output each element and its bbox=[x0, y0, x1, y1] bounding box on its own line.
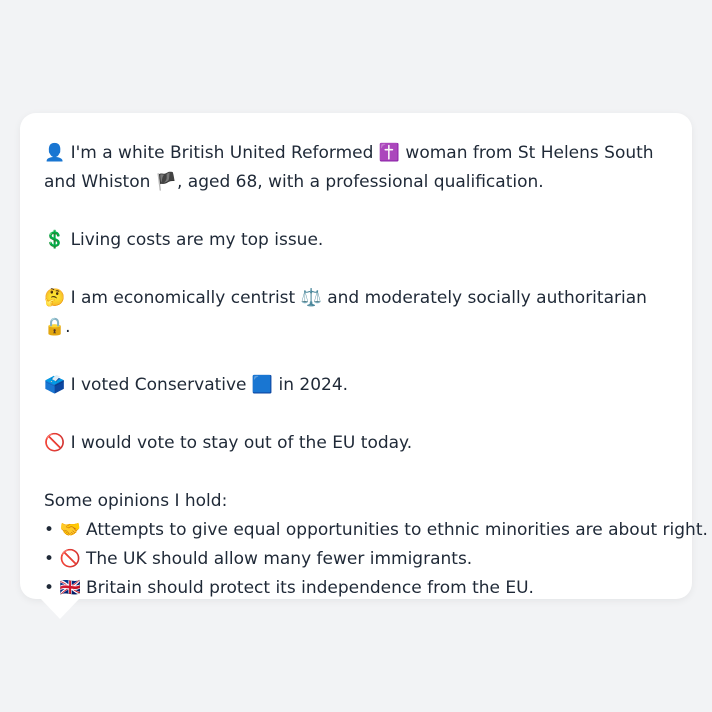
bullet-icon: • bbox=[44, 520, 55, 540]
bubble-tail bbox=[40, 598, 80, 619]
vote-paragraph: 🗳️ I voted Conservative 🟦 in 2024. bbox=[44, 371, 668, 400]
stance-text-1: I am economically centrist bbox=[70, 288, 296, 308]
stance-text-3: . bbox=[65, 317, 71, 337]
dollar-icon: 💲 bbox=[44, 230, 66, 250]
opinion-text: Attempts to give equal opportunities to … bbox=[86, 520, 708, 540]
handshake-icon: 🤝 bbox=[59, 520, 81, 540]
uk-flag-icon: 🇬🇧 bbox=[59, 578, 81, 598]
eu-text: I would vote to stay out of the EU today… bbox=[70, 433, 413, 453]
vote-text-2: in 2024. bbox=[278, 375, 349, 395]
message-bubble: 👤 I'm a white British United Reformed ✝️… bbox=[20, 113, 708, 599]
stance-paragraph: 🤔 I am economically centrist ⚖️ and mode… bbox=[44, 284, 668, 342]
person-icon: 👤 bbox=[44, 143, 66, 163]
intro-text-1: I'm a white British United Reformed bbox=[70, 143, 374, 163]
stance-text-2: and moderately socially authoritarian bbox=[327, 288, 647, 308]
vote-text-1: I voted Conservative bbox=[70, 375, 247, 395]
opinion-text: The UK should allow many fewer immigrant… bbox=[86, 549, 473, 569]
thinking-icon: 🤔 bbox=[44, 288, 66, 308]
prohibited-icon: 🚫 bbox=[44, 433, 66, 453]
opinion-item: • 🤝 Attempts to give equal opportunities… bbox=[44, 516, 708, 545]
issue-text: Living costs are my top issue. bbox=[70, 230, 324, 250]
issue-paragraph: 💲 Living costs are my top issue. bbox=[44, 226, 668, 255]
england-flag-icon: 🏴 bbox=[155, 172, 177, 192]
opinion-item: • 🇬🇧 Britain should protect its independ… bbox=[44, 574, 668, 603]
intro-text-3: , aged 68, with a professional qualifica… bbox=[176, 172, 544, 192]
prohibited-icon: 🚫 bbox=[59, 549, 81, 569]
opinion-item: • 🚫 The UK should allow many fewer immig… bbox=[44, 545, 668, 574]
bullet-icon: • bbox=[44, 578, 55, 598]
intro-paragraph: 👤 I'm a white British United Reformed ✝️… bbox=[44, 139, 668, 197]
cross-icon: ✝️ bbox=[378, 143, 401, 163]
lock-icon: 🔒 bbox=[44, 317, 66, 337]
eu-paragraph: 🚫 I would vote to stay out of the EU tod… bbox=[44, 429, 668, 458]
opinion-text: Britain should protect its independence … bbox=[86, 578, 534, 598]
blue-square-icon: 🟦 bbox=[251, 375, 274, 395]
ballot-box-icon: 🗳️ bbox=[44, 375, 66, 395]
opinions-heading: Some opinions I hold: bbox=[44, 491, 228, 511]
scales-icon: ⚖️ bbox=[300, 288, 322, 308]
bullet-icon: • bbox=[44, 549, 55, 569]
